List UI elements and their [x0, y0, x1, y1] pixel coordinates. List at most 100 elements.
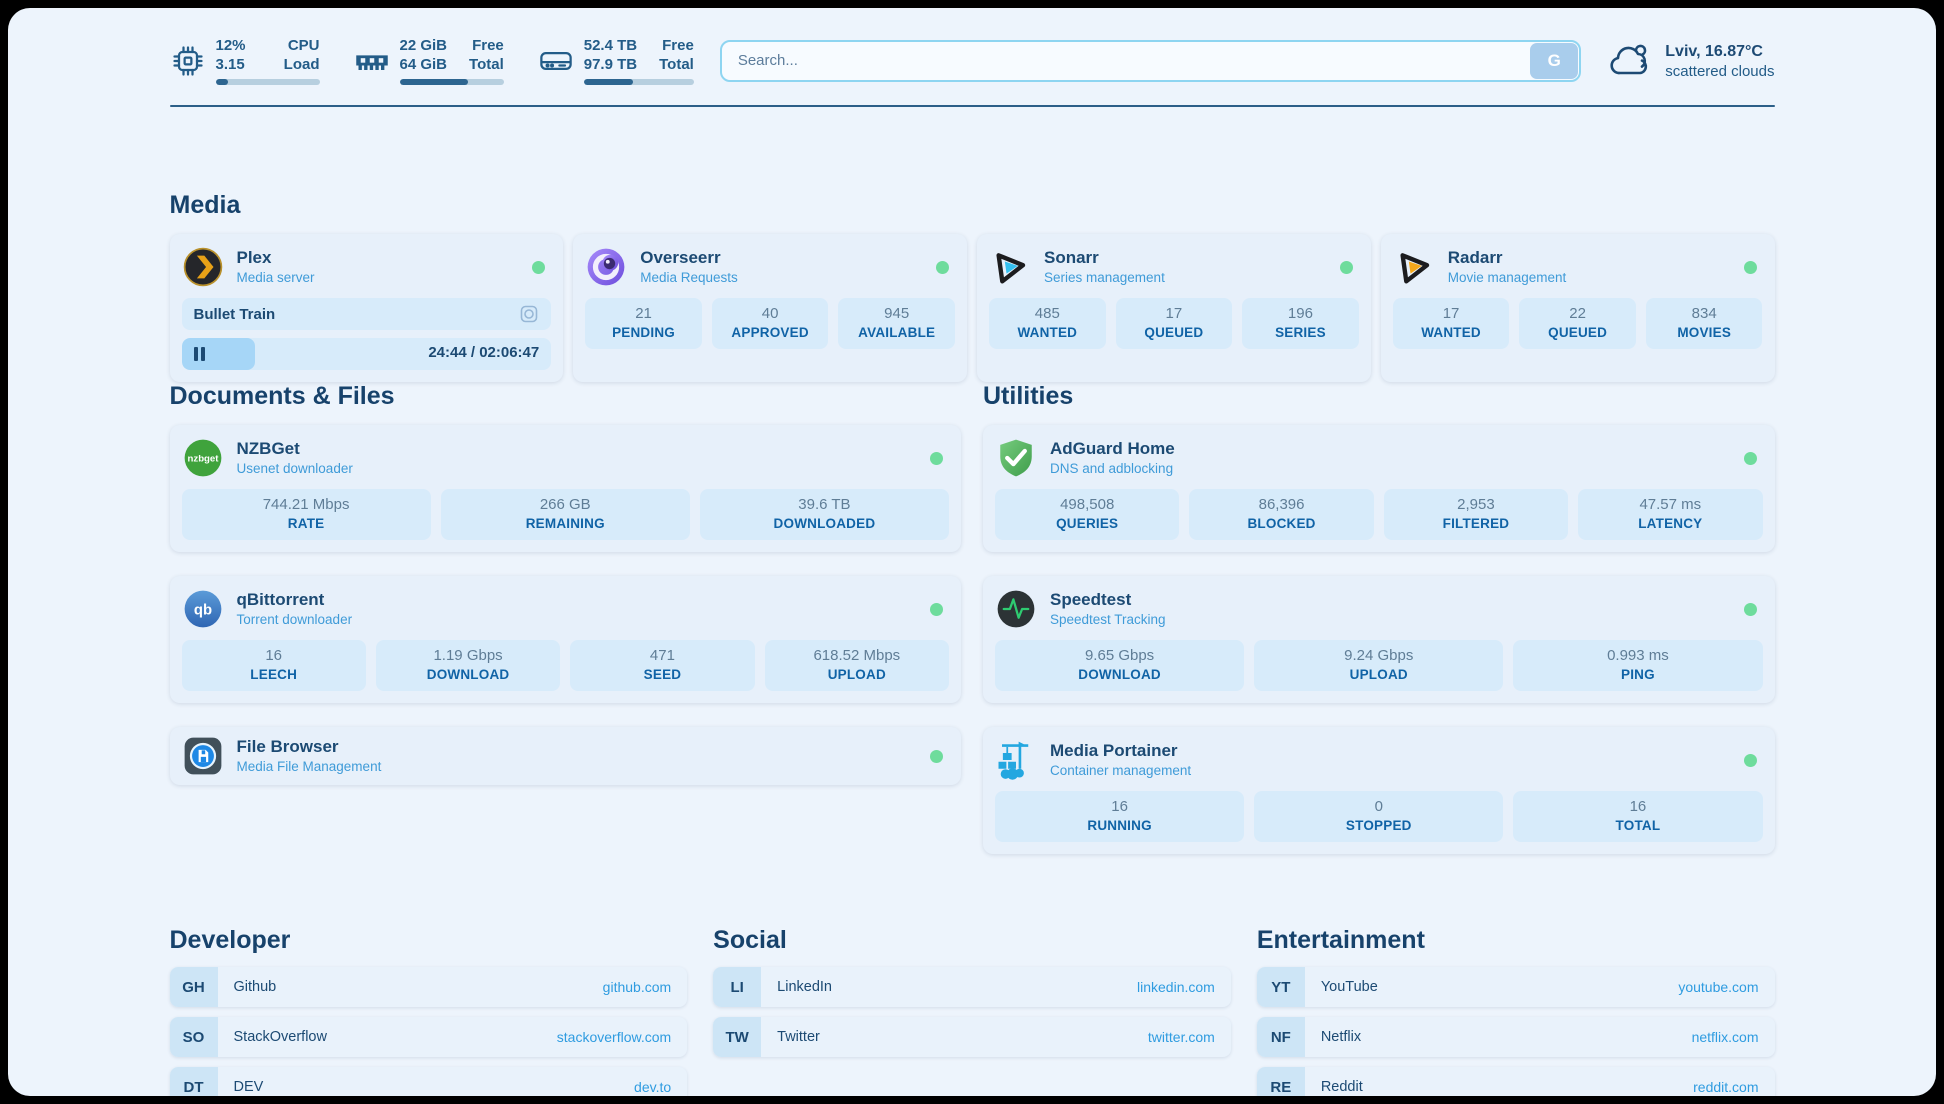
- media-grid: Plex Media server Bullet Train 24:44 / 0…: [170, 234, 1775, 382]
- filebrowser-icon: [182, 735, 224, 777]
- session-camera-icon[interactable]: [519, 304, 539, 324]
- search-input[interactable]: [720, 40, 1581, 82]
- link-url[interactable]: netflix.com: [1692, 1029, 1759, 1045]
- stat-tile: 86,396BLOCKED: [1189, 489, 1373, 540]
- storage-label-2: Total: [659, 55, 694, 74]
- stat-tile: 0STOPPED: [1254, 791, 1503, 842]
- link-badge: YT: [1257, 967, 1305, 1007]
- radarr-icon: [1393, 246, 1435, 288]
- section-title-media: Media: [170, 191, 1775, 220]
- ram-label-2: Total: [469, 55, 504, 74]
- link-row-reddit[interactable]: RE Reddit reddit.com: [1257, 1067, 1775, 1096]
- links-grid: Developer GH Github github.com SO StackO…: [170, 926, 1775, 1096]
- utilities-column: Utilities AdGuard Home DNS: [983, 382, 1775, 854]
- header-divider: [170, 105, 1775, 107]
- stat-tile: 744.21 MbpsRATE: [182, 489, 431, 540]
- weather-location-temp: Lviv, 16.87°C: [1665, 41, 1774, 62]
- storage-free: 52.4 TB: [584, 36, 637, 55]
- stat-tile: 16RUNNING: [995, 791, 1244, 842]
- link-name: DEV: [234, 1079, 264, 1095]
- status-dot: [1744, 603, 1757, 616]
- link-badge: DT: [170, 1067, 218, 1096]
- ram-progress-bar: [400, 79, 504, 85]
- link-url[interactable]: stackoverflow.com: [557, 1029, 671, 1045]
- cpu-load-value: 3.15: [216, 55, 246, 74]
- ram-widget: 22 GiB64 GiB FreeTotal: [354, 36, 504, 85]
- app-card-nzbget[interactable]: nzbget NZBGet Usenet downloader 744.21 M…: [170, 425, 962, 552]
- app-card-filebrowser[interactable]: File Browser Media File Management: [170, 727, 962, 785]
- link-url[interactable]: linkedin.com: [1137, 979, 1215, 995]
- link-row-youtube[interactable]: YT YouTube youtube.com: [1257, 967, 1775, 1007]
- link-url[interactable]: youtube.com: [1678, 979, 1758, 995]
- link-name: LinkedIn: [777, 979, 832, 995]
- stat-tile: 9.65 GbpsDOWNLOAD: [995, 640, 1244, 691]
- app-subtitle: Usenet downloader: [237, 460, 353, 478]
- app-card-speedtest[interactable]: Speedtest Speedtest Tracking 9.65 GbpsDO…: [983, 576, 1775, 703]
- app-title: Radarr: [1448, 247, 1567, 269]
- adguard-icon: [995, 437, 1037, 479]
- stat-tile: 1.19 GbpsDOWNLOAD: [376, 640, 560, 691]
- nzbget-icon: nzbget: [182, 437, 224, 479]
- link-badge: GH: [170, 967, 218, 1007]
- app-card-plex[interactable]: Plex Media server Bullet Train 24:44 / 0…: [170, 234, 564, 382]
- section-title-utilities: Utilities: [983, 382, 1775, 411]
- ram-total: 64 GiB: [400, 55, 448, 74]
- app-title: Overseerr: [640, 247, 738, 269]
- app-card-qbittorrent[interactable]: qb qBittorrent Torrent downloader 16LEEC…: [170, 576, 962, 703]
- link-name: YouTube: [1321, 979, 1378, 995]
- link-row-linkedin[interactable]: LI LinkedIn linkedin.com: [713, 967, 1231, 1007]
- cpu-percent: 12%: [216, 36, 246, 55]
- link-url[interactable]: reddit.com: [1693, 1079, 1758, 1095]
- app-card-portainer[interactable]: Media Portainer Container management 16R…: [983, 727, 1775, 854]
- system-widgets: 12%3.15 CPULoad 22 GiB64 GiB F: [170, 36, 694, 85]
- top-bar: 12%3.15 CPULoad 22 GiB64 GiB F: [170, 8, 1775, 85]
- app-title: Plex: [237, 247, 315, 269]
- app-subtitle: Movie management: [1448, 269, 1567, 287]
- storage-icon: [538, 43, 574, 79]
- link-row-dev[interactable]: DT DEV dev.to: [170, 1067, 688, 1096]
- app-card-adguard[interactable]: AdGuard Home DNS and adblocking 498,508Q…: [983, 425, 1775, 552]
- app-title: Media Portainer: [1050, 740, 1191, 762]
- link-url[interactable]: twitter.com: [1148, 1029, 1215, 1045]
- svg-text:nzbget: nzbget: [187, 454, 219, 465]
- app-card-overseerr[interactable]: Overseerr Media Requests 21PENDING 40APP…: [573, 234, 967, 382]
- middle-columns: Documents & Files nzbget NZBGet Usenet d…: [170, 382, 1775, 854]
- stat-tile: 196SERIES: [1242, 298, 1359, 349]
- status-dot: [532, 261, 545, 274]
- stat-tile: 17QUEUED: [1116, 298, 1233, 349]
- link-row-stackoverflow[interactable]: SO StackOverflow stackoverflow.com: [170, 1017, 688, 1057]
- app-subtitle: Media Requests: [640, 269, 738, 287]
- stat-tile: 22QUEUED: [1519, 298, 1636, 349]
- storage-label-1: Free: [659, 36, 694, 55]
- cpu-label-2: Load: [284, 55, 320, 74]
- app-card-radarr[interactable]: Radarr Movie management 17WANTED 22QUEUE…: [1381, 234, 1775, 382]
- cpu-label-1: CPU: [284, 36, 320, 55]
- stat-tile: 618.52 MbpsUPLOAD: [765, 640, 949, 691]
- app-title: AdGuard Home: [1050, 438, 1175, 460]
- playback-progress-bar: 24:44 / 02:06:47: [182, 338, 552, 370]
- link-name: Github: [234, 979, 277, 995]
- link-badge: RE: [1257, 1067, 1305, 1096]
- app-subtitle: Media File Management: [237, 758, 382, 776]
- app-subtitle: Media server: [237, 269, 315, 287]
- app-title: Speedtest: [1050, 589, 1166, 611]
- link-url[interactable]: dev.to: [634, 1079, 671, 1095]
- ram-icon: [354, 43, 390, 79]
- speedtest-icon: [995, 588, 1037, 630]
- link-row-twitter[interactable]: TW Twitter twitter.com: [713, 1017, 1231, 1057]
- link-badge: NF: [1257, 1017, 1305, 1057]
- link-row-netflix[interactable]: NF Netflix netflix.com: [1257, 1017, 1775, 1057]
- stat-tile: 21PENDING: [585, 298, 702, 349]
- status-dot: [1744, 261, 1757, 274]
- stat-tile: 0.993 msPING: [1513, 640, 1762, 691]
- status-dot: [930, 603, 943, 616]
- link-url[interactable]: github.com: [603, 979, 671, 995]
- search-engine-button[interactable]: G: [1530, 43, 1578, 79]
- link-name: Netflix: [1321, 1029, 1361, 1045]
- link-row-github[interactable]: GH Github github.com: [170, 967, 688, 1007]
- app-subtitle: Speedtest Tracking: [1050, 611, 1166, 629]
- app-card-sonarr[interactable]: Sonarr Series management 485WANTED 17QUE…: [977, 234, 1371, 382]
- section-title-entertainment: Entertainment: [1257, 926, 1775, 955]
- links-column-developer: Developer GH Github github.com SO StackO…: [170, 926, 688, 1096]
- qbittorrent-icon: qb: [182, 588, 224, 630]
